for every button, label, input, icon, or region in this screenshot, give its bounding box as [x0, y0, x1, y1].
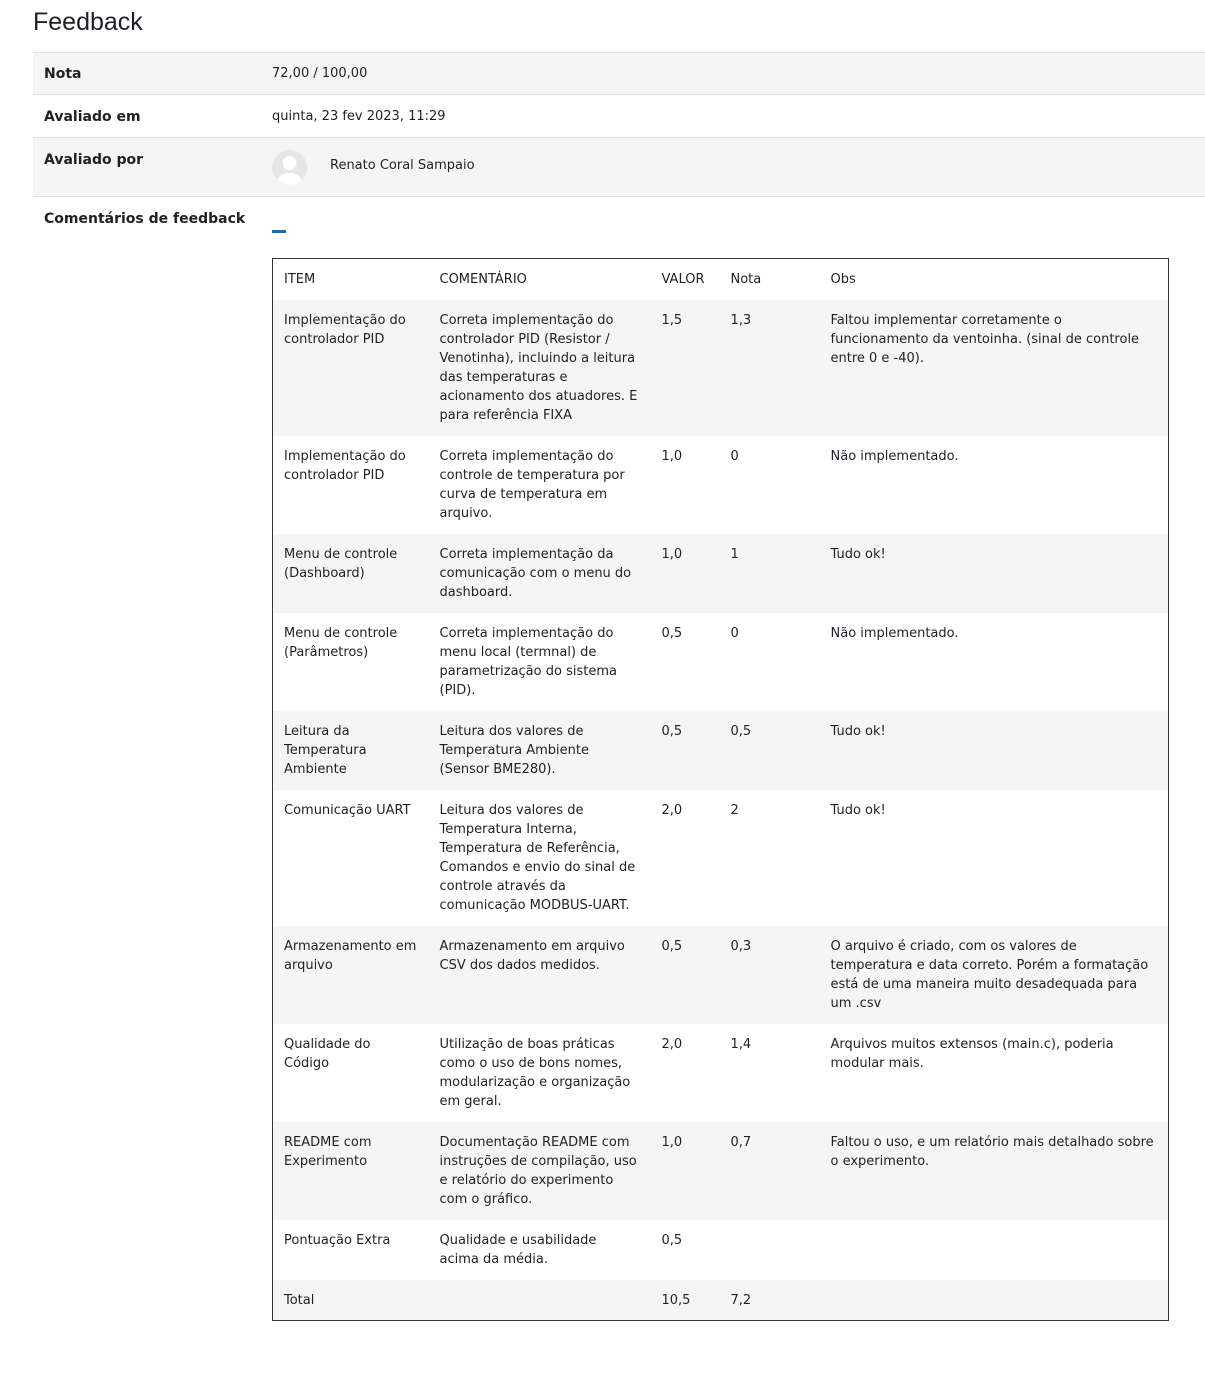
- cell-value: 1,0: [661, 547, 683, 562]
- table-row: README com Experimento Documentação READ…: [272, 1122, 1169, 1220]
- cell-grade: 0: [730, 626, 739, 641]
- cell-obs: Faltou implementar corretamente o funcio…: [830, 313, 1140, 366]
- cell-grade: 1,4: [730, 1037, 752, 1052]
- cell-value: 0,5: [661, 724, 683, 739]
- graded-on-value: quinta, 23 fev 2023, 11:29: [272, 109, 446, 124]
- table-row: Pontuação Extra Qualidade e usabilidade …: [273, 1220, 1169, 1280]
- cell-value: 1,0: [661, 1135, 683, 1150]
- cell-grade: [720, 1220, 820, 1280]
- grade-value: 72,00 / 100,00: [272, 66, 368, 81]
- cell-value: 1,5: [661, 313, 683, 328]
- cell-comment: Correta implementação do menu local (ter…: [439, 626, 617, 698]
- cell-grade: 0: [730, 449, 739, 464]
- cell-obs: Não implementado.: [830, 626, 959, 641]
- rubric-table: ITEM COMENTÁRIO VALOR Nota Obs Implement…: [272, 258, 1169, 1321]
- cell-comment: Correta implementação do controle de tem…: [439, 449, 625, 521]
- cell-item: Qualidade do Código: [284, 1037, 371, 1071]
- cell-item: Pontuação Extra: [284, 1233, 391, 1248]
- cell-value: 0,5: [661, 626, 683, 641]
- cell-comment: Utilização de boas práticas como o uso d…: [439, 1037, 631, 1109]
- header-obs: Obs: [830, 272, 856, 287]
- cell-item: Leitura da Temperatura Ambiente: [284, 724, 367, 777]
- cell-obs: Arquivos muitos extensos (main.c), poder…: [830, 1037, 1114, 1071]
- cell-obs: Não implementado.: [830, 449, 959, 464]
- header-comment: COMENTÁRIO: [439, 272, 527, 287]
- cell-grade: 2: [730, 803, 739, 818]
- rubric-header-row: ITEM COMENTÁRIO VALOR Nota Obs: [273, 259, 1169, 301]
- cell-obs: Tudo ok!: [830, 803, 886, 818]
- cell-comment: Leitura dos valores de Temperatura Ambie…: [439, 724, 590, 777]
- graded-by-row: Avaliado por Renato Coral Sampaio: [33, 137, 1205, 197]
- cell-item: Armazenamento em arquivo: [284, 939, 417, 973]
- cell-grade: 0,5: [730, 724, 752, 739]
- table-row: Leitura da Temperatura Ambiente Leitura …: [272, 711, 1169, 790]
- feedback-page: Feedback Nota 72,00 / 100,00 Avaliado em…: [0, 0, 1205, 1382]
- cell-obs: Tudo ok!: [830, 547, 886, 562]
- cell-item: Menu de controle (Dashboard): [284, 547, 398, 581]
- cell-comment: [429, 1280, 651, 1321]
- cell-comment: Qualidade e usabilidade acima da média.: [439, 1233, 597, 1267]
- cell-value: 1,0: [661, 449, 683, 464]
- graded-on-row: Avaliado em quinta, 23 fev 2023, 11:29: [33, 94, 1205, 137]
- table-total-row: Total 10,5 7,2: [272, 1280, 1169, 1321]
- cell-comment: Correta implementação do controlador PID…: [439, 313, 638, 423]
- cell-item: Comunicação UART: [284, 803, 411, 818]
- cell-comment: Armazenamento em arquivo CSV dos dados m…: [439, 939, 625, 973]
- header-grade: Nota: [730, 272, 762, 287]
- table-row: Implementação do controlador PID Correta…: [272, 300, 1169, 436]
- cell-value: 0,5: [661, 1233, 683, 1248]
- cell-obs: [820, 1220, 1169, 1280]
- table-row: Menu de controle (Dashboard) Correta imp…: [272, 534, 1169, 613]
- cell-value: 0,5: [661, 939, 683, 954]
- cell-obs: [820, 1280, 1169, 1321]
- cell-value: 2,0: [661, 803, 683, 818]
- cell-obs: Tudo ok!: [830, 724, 886, 739]
- cell-obs: O arquivo é criado, com os valores de te…: [830, 939, 1149, 1011]
- cell-grade: 0,7: [730, 1135, 752, 1150]
- table-row: Menu de controle (Parâmetros) Correta im…: [273, 613, 1169, 711]
- collapse-minus-icon[interactable]: [272, 230, 286, 233]
- header-value: VALOR: [661, 272, 705, 287]
- cell-item: README com Experimento: [284, 1135, 372, 1169]
- page-title: Feedback: [33, 8, 143, 36]
- cell-grade: 0,3: [730, 939, 752, 954]
- graded-by-label: Avaliado por: [44, 152, 144, 168]
- feedback-comments-label: Comentários de feedback: [44, 211, 246, 227]
- cell-obs: Faltou o uso, e um relatório mais detalh…: [830, 1135, 1154, 1169]
- user-avatar-icon[interactable]: [272, 150, 307, 185]
- cell-value: 10,5: [661, 1293, 691, 1308]
- cell-item: Implementação do controlador PID: [284, 449, 406, 483]
- table-row: Comunicação UART Leitura dos valores de …: [273, 790, 1169, 926]
- cell-item: Implementação do controlador PID: [284, 313, 406, 347]
- cell-value: 2,0: [661, 1037, 683, 1052]
- grader-name-link[interactable]: Renato Coral Sampaio: [330, 156, 475, 176]
- cell-comment: Documentação README com instruções de co…: [439, 1135, 637, 1207]
- cell-item: Total: [284, 1293, 315, 1308]
- cell-comment: Leitura dos valores de Temperatura Inter…: [439, 803, 636, 913]
- cell-item: Menu de controle (Parâmetros): [284, 626, 398, 660]
- header-item: ITEM: [284, 272, 316, 287]
- table-row: Qualidade do Código Utilização de boas p…: [273, 1024, 1169, 1122]
- table-row: Armazenamento em arquivo Armazenamento e…: [272, 926, 1169, 1024]
- grade-label: Nota: [44, 66, 82, 82]
- cell-grade: 1: [730, 547, 739, 562]
- graded-on-label: Avaliado em: [44, 109, 141, 125]
- cell-comment: Correta implementação da comunicação com…: [439, 547, 632, 600]
- table-row: Implementação do controlador PID Correta…: [273, 436, 1169, 534]
- cell-grade: 7,2: [730, 1293, 752, 1308]
- cell-grade: 1,3: [730, 313, 752, 328]
- grade-row: Nota 72,00 / 100,00: [33, 52, 1205, 95]
